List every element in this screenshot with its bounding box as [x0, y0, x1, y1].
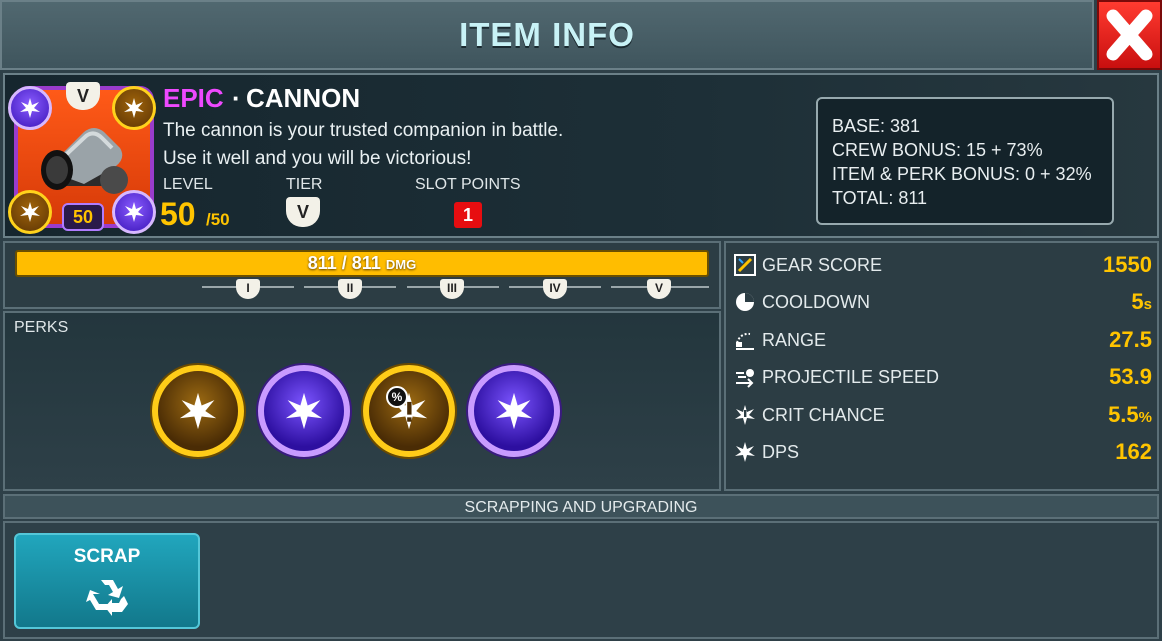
- perks-panel: [3, 311, 721, 491]
- perk-slot[interactable]: [468, 365, 560, 457]
- gear-score-icon: [734, 254, 756, 276]
- damage-bar-unit: DMG: [385, 257, 417, 272]
- stat-label: DPS: [762, 442, 800, 462]
- stat-number: 162: [1115, 439, 1152, 464]
- perk-slot-icon: [112, 190, 156, 234]
- stat-value: 5s: [1131, 289, 1152, 315]
- burst-icon: [124, 202, 144, 222]
- percent-badge: %: [386, 386, 408, 408]
- scrap-button-label: SCRAP: [73, 546, 141, 567]
- title-separator: ·: [232, 83, 241, 113]
- stat-gear-score: GEAR SCORE 1550: [734, 252, 1158, 282]
- stat-value: 5.5%: [1108, 402, 1152, 428]
- stat-label: COOLDOWN: [762, 292, 870, 312]
- stat-value: 27.5: [1109, 327, 1152, 353]
- stat-crit-chance: CRIT CHANCE 5.5%: [734, 402, 1158, 432]
- burst-icon: [495, 392, 533, 430]
- damage-bar-value: 811 / 811: [307, 253, 381, 273]
- perks-label: PERKS: [14, 319, 69, 336]
- damage-bar: 811 / 811 DMG: [15, 250, 709, 277]
- crew-bonus: CREW BONUS: 15 + 73%: [832, 140, 1043, 160]
- stat-dps: DPS 162: [734, 439, 1158, 469]
- stat-number: 53.9: [1109, 364, 1152, 389]
- level-label: LEVEL: [163, 176, 213, 193]
- stat-value: 162: [1115, 439, 1152, 465]
- slot-points-value: 1: [454, 202, 482, 228]
- stat-projectile-speed: PROJECTILE SPEED 53.9: [734, 364, 1158, 394]
- stat-number: 5.5: [1108, 402, 1139, 427]
- perk-slot-icon: [8, 86, 52, 130]
- tier-value: V: [286, 197, 320, 227]
- stat-value: 53.9: [1109, 364, 1152, 390]
- burst-icon: [20, 98, 40, 118]
- level-max: /50: [206, 210, 230, 229]
- crit-burst-icon: [124, 98, 144, 118]
- stat-range: RANGE 27.5: [734, 327, 1158, 357]
- stat-unit: %: [1138, 409, 1152, 426]
- stat-label: RANGE: [762, 330, 827, 350]
- level-badge: 50: [62, 203, 104, 231]
- stat-value: 1550: [1103, 252, 1152, 278]
- description-line: Use it well and you will be victorious!: [163, 148, 472, 169]
- item-description: The cannon is your trusted companion in …: [163, 117, 633, 173]
- close-button[interactable]: [1097, 0, 1162, 70]
- perk-slot-icon: [8, 190, 52, 234]
- stat-label: CRIT CHANCE: [762, 405, 885, 425]
- stat-number: 1550: [1103, 252, 1152, 277]
- damage-breakdown: BASE: 381 CREW BONUS: 15 + 73% ITEM & PE…: [816, 97, 1114, 225]
- crit-chance-icon: [735, 405, 755, 425]
- perk-slot[interactable]: [258, 365, 350, 457]
- dps-icon: [735, 442, 755, 462]
- page-title: ITEM INFO: [459, 16, 635, 53]
- item-rarity: EPIC: [163, 83, 224, 113]
- burst-icon: [20, 202, 40, 222]
- cooldown-icon: [736, 293, 754, 311]
- item-perk-bonus: ITEM & PERK BONUS: 0 + 32%: [832, 164, 1092, 184]
- stat-label: PROJECTILE SPEED: [762, 367, 940, 387]
- stat-cooldown: COOLDOWN 5s: [734, 289, 1158, 319]
- burst-icon: [179, 392, 217, 430]
- projectile-speed-icon: [736, 369, 754, 388]
- perk-slot[interactable]: [363, 365, 455, 457]
- range-icon: [736, 332, 754, 350]
- close-icon: [1106, 9, 1153, 61]
- scrapping-header: SCRAPPING AND UPGRADING: [3, 494, 1159, 519]
- perk-slot[interactable]: [152, 365, 244, 457]
- stat-number: 27.5: [1109, 327, 1152, 352]
- item-name: CANNON: [246, 83, 361, 113]
- perk-slot-icon: [112, 86, 156, 130]
- burst-icon: [285, 392, 323, 430]
- stat-label: GEAR SCORE: [762, 255, 883, 275]
- stat-unit: s: [1143, 296, 1152, 313]
- stat-number: 5: [1131, 289, 1144, 314]
- base-damage: BASE: 381: [832, 116, 921, 136]
- slot-points-label: SLOT POINTS: [415, 176, 521, 193]
- tier-label: TIER: [286, 176, 323, 193]
- recycle-icon: [86, 580, 128, 616]
- total-damage: TOTAL: 811: [832, 188, 928, 208]
- description-line: The cannon is your trusted companion in …: [163, 120, 564, 141]
- level-value: 50: [160, 196, 196, 232]
